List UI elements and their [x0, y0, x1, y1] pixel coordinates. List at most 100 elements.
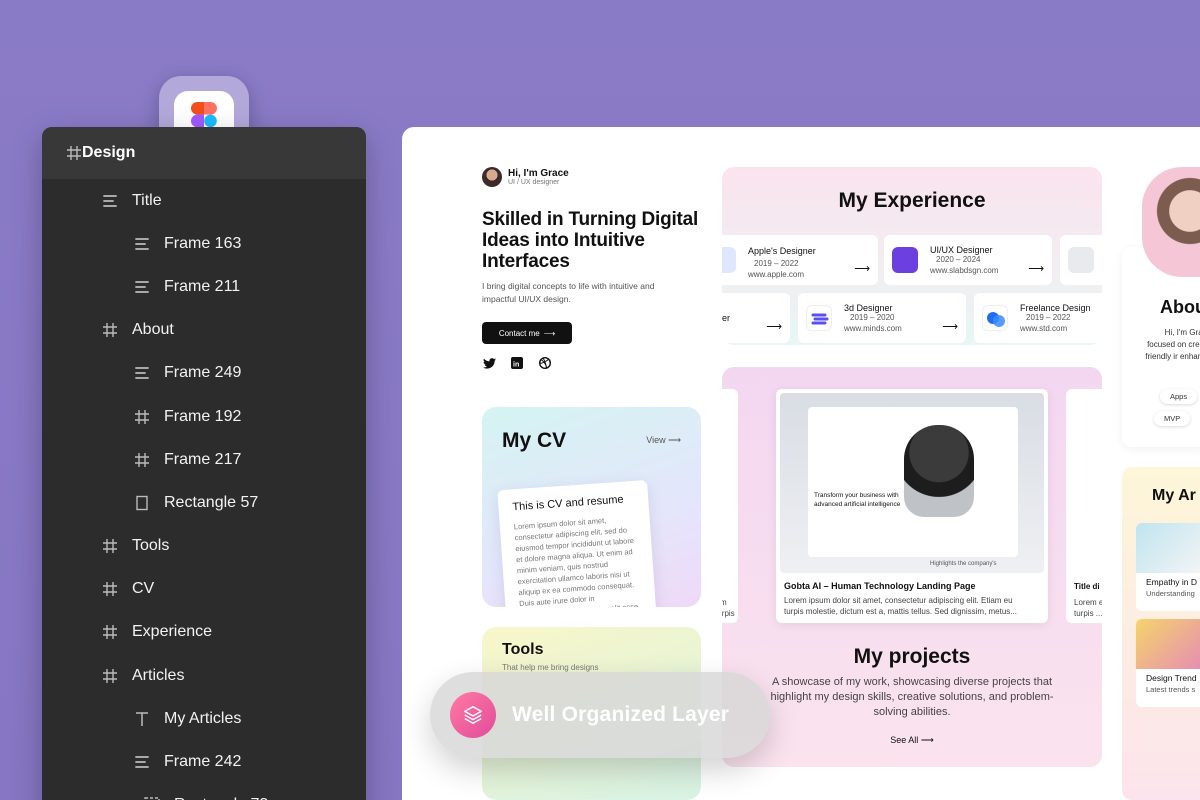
- hero-description: I bring digital concepts to life with in…: [482, 281, 655, 304]
- article-card[interactable]: Empathy in D Understanding: [1136, 523, 1200, 611]
- experience-item[interactable]: [1060, 235, 1102, 285]
- hero-title: Skilled in Turning Digital Ideas into In…: [482, 209, 699, 272]
- layer-row[interactable]: Frame 192: [42, 395, 366, 438]
- experience-name: Freelance Design: [1020, 303, 1091, 313]
- experience-title: My Experience: [838, 189, 986, 212]
- frame-hash-icon: [98, 577, 122, 601]
- experience-item[interactable]: UI/UX Designer 2020 – 2024 www.slabdsgn.…: [884, 235, 1052, 285]
- robot-headphones-image: [904, 425, 974, 517]
- experience-item[interactable]: Apple's Designer 2019 – 2022 www.apple.c…: [722, 235, 878, 285]
- project-thumbnail: Transform your business with advanced ar…: [780, 393, 1044, 573]
- layer-label: Title: [132, 191, 162, 209]
- contact-button[interactable]: Contact me ⟶: [482, 322, 572, 344]
- article-name: Empathy in D: [1146, 577, 1198, 587]
- layer-row[interactable]: My Articles: [42, 697, 366, 740]
- cv-view-link[interactable]: View ⟶: [646, 435, 681, 446]
- tools-title: Tools: [502, 641, 544, 658]
- rectangle-icon: [130, 491, 154, 515]
- apple-logo-icon: [722, 247, 736, 273]
- cv-title: My CV: [502, 429, 567, 452]
- frame-hash-icon: [98, 620, 122, 644]
- profile: Hi, I'm Grace UI / UX designer: [482, 167, 702, 187]
- layer-row[interactable]: About: [42, 309, 366, 352]
- project-name: Gobta AI – Human Technology Landing Page: [784, 581, 976, 591]
- align-left-icon: [98, 189, 122, 213]
- cv-paper-title: This is CV and resume: [512, 493, 624, 514]
- layer-row[interactable]: Tools: [42, 525, 366, 568]
- layer-row[interactable]: Frame 242: [42, 740, 366, 783]
- tools-subtitle: That help me bring designs: [502, 663, 599, 672]
- experience-url: www.slabdsgn.com: [930, 266, 999, 275]
- well-organized-layer-badge: Well Organized Layer: [430, 672, 770, 758]
- layer-label: Frame 242: [164, 753, 242, 771]
- align-left-icon: [130, 361, 154, 385]
- cube-logo-icon: [1068, 247, 1094, 273]
- article-name: Design Trend: [1146, 673, 1197, 683]
- articles-title: My Ar: [1152, 487, 1196, 504]
- layer-row[interactable]: Frame 249: [42, 352, 366, 395]
- arrow-right-icon: ⟶: [543, 328, 556, 338]
- contact-label: Contact me: [498, 328, 540, 338]
- social-links: in: [482, 356, 702, 370]
- articles-card: My Ar Empathy in D Understanding Design …: [1122, 467, 1200, 800]
- layer-row[interactable]: Rectangle 73: [42, 784, 366, 800]
- experience-item[interactable]: igner ⟶: [722, 293, 790, 343]
- layer-row[interactable]: CV: [42, 568, 366, 611]
- profile-name: Hi, I'm Grace: [508, 168, 569, 179]
- experience-url: www.minds.com: [844, 324, 902, 333]
- layer-row[interactable]: Frame 163: [42, 222, 366, 265]
- layer-design-frame[interactable]: Design: [42, 127, 366, 179]
- frame-hash-icon: [66, 145, 82, 161]
- layer-label: Frame 249: [164, 364, 242, 382]
- std-logo-icon: [982, 305, 1008, 331]
- project-desc: Lorem eu turpis ...: [722, 598, 735, 618]
- layers-panel: Design Title Frame 163 Frame 211 About Frame…: [42, 127, 366, 800]
- about-card: About Hi, I'm Grace, a focused on cre us…: [1122, 247, 1200, 447]
- layer-row[interactable]: Title: [42, 179, 366, 222]
- avatar: [482, 167, 502, 187]
- align-left-icon: [130, 232, 154, 256]
- frame-hash-icon: [98, 664, 122, 688]
- layer-row[interactable]: Rectangle 57: [42, 481, 366, 524]
- about-text: Hi, I'm Grace, a focused on cre user-fri…: [1145, 328, 1200, 361]
- experience-years: 2020 – 2024: [936, 255, 981, 264]
- article-image: [1136, 523, 1200, 573]
- cv-paper-body: Lorem ipsum dolor sit amet, consectetur …: [513, 515, 639, 607]
- project-hero-mockup: Transform your business with advanced ar…: [808, 407, 1018, 557]
- layer-row[interactable]: Articles: [42, 654, 366, 697]
- experience-item[interactable]: Freelance Design 2019 – 2022 www.std.com: [974, 293, 1102, 343]
- minds-logo-icon: [806, 305, 832, 331]
- layer-label: Frame 211: [164, 277, 241, 295]
- article-subtitle: Understanding: [1146, 589, 1195, 598]
- hero-section: Hi, I'm Grace UI / UX designer Skilled i…: [482, 167, 702, 370]
- projects-card: Lorem eu turpis ... Transform your busin…: [722, 367, 1102, 767]
- layer-row[interactable]: Experience: [42, 611, 366, 654]
- project-card[interactable]: Transform your business with advanced ar…: [776, 389, 1048, 623]
- linkedin-icon[interactable]: in: [510, 356, 524, 370]
- projects-title: My projects: [853, 645, 971, 668]
- frame-hash-icon: [130, 405, 154, 429]
- dribbble-icon[interactable]: [538, 356, 552, 370]
- layer-label: Frame 217: [164, 450, 242, 468]
- project-card-partial[interactable]: Title di Lorem eu turpis ...: [1066, 389, 1102, 623]
- article-card[interactable]: Design Trend Latest trends s: [1136, 619, 1200, 707]
- layer-row[interactable]: Frame 217: [42, 438, 366, 481]
- experience-item[interactable]: 3d Designer 2019 – 2020 www.minds.com ⟶: [798, 293, 966, 343]
- layer-label: Rectangle 57: [164, 493, 259, 511]
- twitter-icon[interactable]: [482, 356, 496, 370]
- experience-name: 3d Designer: [844, 303, 893, 313]
- cv-card[interactable]: My CV View ⟶ This is CV and resume Lorem…: [482, 407, 701, 607]
- projects-description: A showcase of my work, showcasing divers…: [770, 676, 1054, 718]
- about-title: About: [1160, 297, 1200, 317]
- project-hero-text: Transform your business with advanced ar…: [814, 492, 901, 508]
- arrow-right-icon: ⟶: [942, 321, 958, 333]
- layer-row[interactable]: Frame 211: [42, 265, 366, 308]
- layer-label: Articles: [132, 666, 185, 684]
- see-all-link[interactable]: See All ⟶: [722, 735, 1102, 746]
- layer-label: Tools: [132, 537, 170, 555]
- layer-label: Frame 192: [164, 407, 242, 425]
- experience-name: UI/UX Designer: [930, 245, 993, 255]
- project-card-partial[interactable]: Lorem eu turpis ...: [722, 389, 738, 623]
- svg-text:in: in: [513, 362, 519, 369]
- see-all-label: See All: [890, 735, 919, 745]
